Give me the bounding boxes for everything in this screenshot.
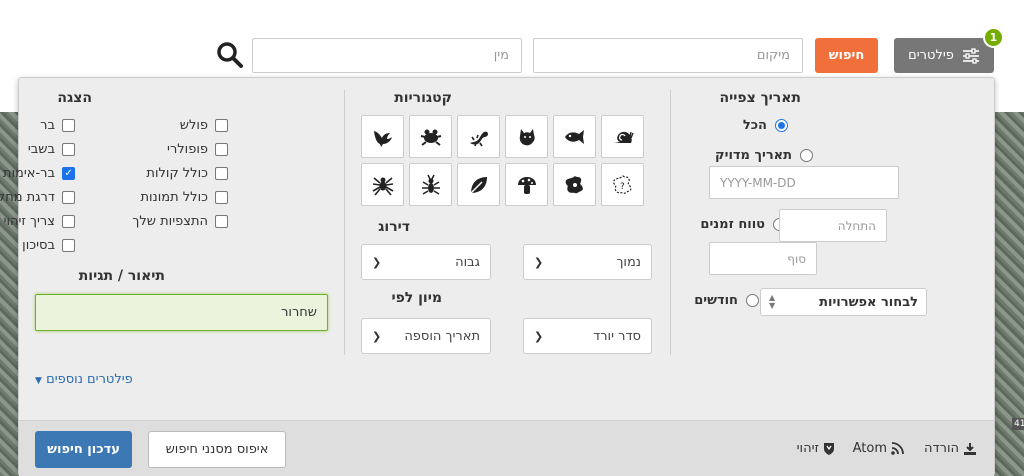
range-start-input[interactable]: התחלה (779, 209, 887, 242)
category-grid: ? (361, 115, 647, 206)
display-option[interactable]: פולש (180, 118, 228, 133)
identify-link[interactable]: זיהוי (797, 441, 835, 456)
sort-by-select[interactable]: תאריך הוספה ❯ (361, 318, 491, 354)
divider (670, 90, 671, 355)
display-option[interactable]: כולל קולות (146, 166, 228, 181)
checkbox[interactable] (62, 215, 75, 228)
checkbox[interactable]: ✓ (62, 167, 75, 180)
display-option[interactable]: דרגת מחקר (0, 190, 75, 205)
checkbox-label: בר (40, 118, 55, 133)
filters-count-badge: 1 (983, 27, 1004, 48)
chevron-down-icon: ❯ (372, 255, 382, 269)
description-heading: תיאור / תגיות (78, 268, 165, 284)
date-range-option[interactable]: טווח זמנים (700, 217, 786, 232)
range-end-input[interactable]: סוף (709, 242, 817, 275)
more-filters-toggle[interactable]: פילטרים נוספים ▼ (35, 372, 133, 387)
reset-filters-button[interactable]: איפוס מסנני חיפוש (148, 431, 286, 468)
rank-high-select[interactable]: גבוה ❯ (361, 244, 491, 280)
sort-order-select[interactable]: סדר יורד ❯ (523, 318, 652, 354)
arachnid-icon[interactable] (361, 163, 404, 206)
checkbox[interactable] (62, 119, 75, 132)
checkbox-label: בשבי (27, 142, 55, 157)
checkbox-label: דרגת מחקר (0, 190, 55, 205)
download-link[interactable]: הורדה (924, 441, 977, 456)
place-search-input[interactable] (533, 38, 803, 73)
display-option[interactable]: פופולרי (167, 142, 228, 157)
amphibian-icon[interactable] (409, 115, 452, 158)
filters-label: פילטרים (908, 48, 954, 63)
chevron-down-icon: ❯ (534, 329, 544, 343)
checkbox-label: בר-אימות (2, 166, 55, 181)
sliders-icon (962, 47, 979, 64)
rank-low-select[interactable]: נמוך ❯ (523, 244, 652, 280)
exact-date-input[interactable]: YYYY-MM-DD (709, 166, 899, 199)
checkbox-label: פולש (179, 118, 208, 133)
atom-link[interactable]: Atom (853, 441, 904, 456)
display-option[interactable]: צריך זיהוי (4, 214, 75, 229)
checkbox[interactable] (62, 191, 75, 204)
display-option[interactable]: התצפיות שלך (132, 214, 228, 229)
identify-shield-icon (824, 442, 834, 455)
update-search-button[interactable]: עדכון חיפוש (35, 431, 132, 468)
checkbox[interactable] (215, 119, 228, 132)
filters-panel: תאריך צפייה הכל תאריך מדויק YYYY-MM-DD ט… (0, 77, 995, 476)
mollusk-icon[interactable] (601, 115, 644, 158)
checkbox-label: פופולרי (167, 142, 208, 157)
date-heading: תאריך צפייה (719, 90, 801, 106)
date-exact-option[interactable]: תאריך מדויק (715, 148, 813, 163)
display-heading: הצגה (57, 90, 92, 106)
checkbox[interactable] (62, 143, 75, 156)
download-icon (964, 442, 976, 455)
categories-heading: קטגוריות (394, 90, 452, 106)
rank-heading: דירוג (378, 219, 410, 235)
checkbox-label: התצפיות שלך (132, 214, 208, 229)
rss-icon (891, 442, 904, 455)
caret-down-icon: ▼ (35, 376, 42, 386)
chevron-down-icon: ❯ (534, 255, 544, 269)
date-any-radio[interactable] (775, 119, 788, 132)
filters-button[interactable]: פילטרים (894, 38, 994, 73)
display-option[interactable]: בשבי (28, 142, 75, 157)
display-option[interactable]: ✓ בר-אימות (3, 166, 75, 181)
search-button[interactable]: חיפוש (815, 38, 878, 73)
checkbox[interactable] (215, 191, 228, 204)
checkbox-label: בסיכון (22, 238, 55, 253)
divider (344, 90, 345, 355)
unknown-icon[interactable]: ? (601, 163, 644, 206)
bird-icon[interactable] (361, 115, 404, 158)
map-scale-label: 41 (1012, 418, 1024, 430)
search-icon[interactable] (216, 41, 244, 69)
display-option[interactable]: בר (40, 118, 75, 133)
checkbox[interactable] (215, 167, 228, 180)
description-tags-input[interactable]: שחרור (35, 294, 328, 331)
sort-heading: מיון לפי (391, 290, 442, 306)
checkbox-label: צריך זיהוי (3, 214, 55, 229)
checkbox[interactable] (62, 239, 75, 252)
date-months-option[interactable]: חודשים (694, 293, 759, 308)
checkbox-label: כולל תמונות (140, 190, 208, 205)
date-exact-radio[interactable] (800, 149, 813, 162)
display-option[interactable]: בסיכון (22, 238, 75, 253)
reptile-icon[interactable] (457, 115, 500, 158)
date-months-radio[interactable] (746, 294, 759, 307)
protozoa-icon[interactable] (553, 163, 596, 206)
date-any-option[interactable]: הכל (743, 118, 788, 133)
insect-icon[interactable] (409, 163, 452, 206)
fish-icon[interactable] (553, 115, 596, 158)
checkbox[interactable] (215, 143, 228, 156)
months-select[interactable]: לבחור אפשרויות ▲ ▼ (760, 288, 927, 316)
svg-text:?: ? (620, 182, 625, 192)
mammal-icon[interactable] (505, 115, 548, 158)
fungi-icon[interactable] (505, 163, 548, 206)
checkbox-label: כולל קולות (146, 166, 208, 181)
plant-icon[interactable] (457, 163, 500, 206)
updown-icon: ▲ ▼ (769, 293, 776, 310)
display-option[interactable]: כולל תמונות (140, 190, 228, 205)
checkbox[interactable] (215, 215, 228, 228)
chevron-down-icon: ❯ (372, 329, 382, 343)
taxon-search-input[interactable] (252, 38, 522, 73)
